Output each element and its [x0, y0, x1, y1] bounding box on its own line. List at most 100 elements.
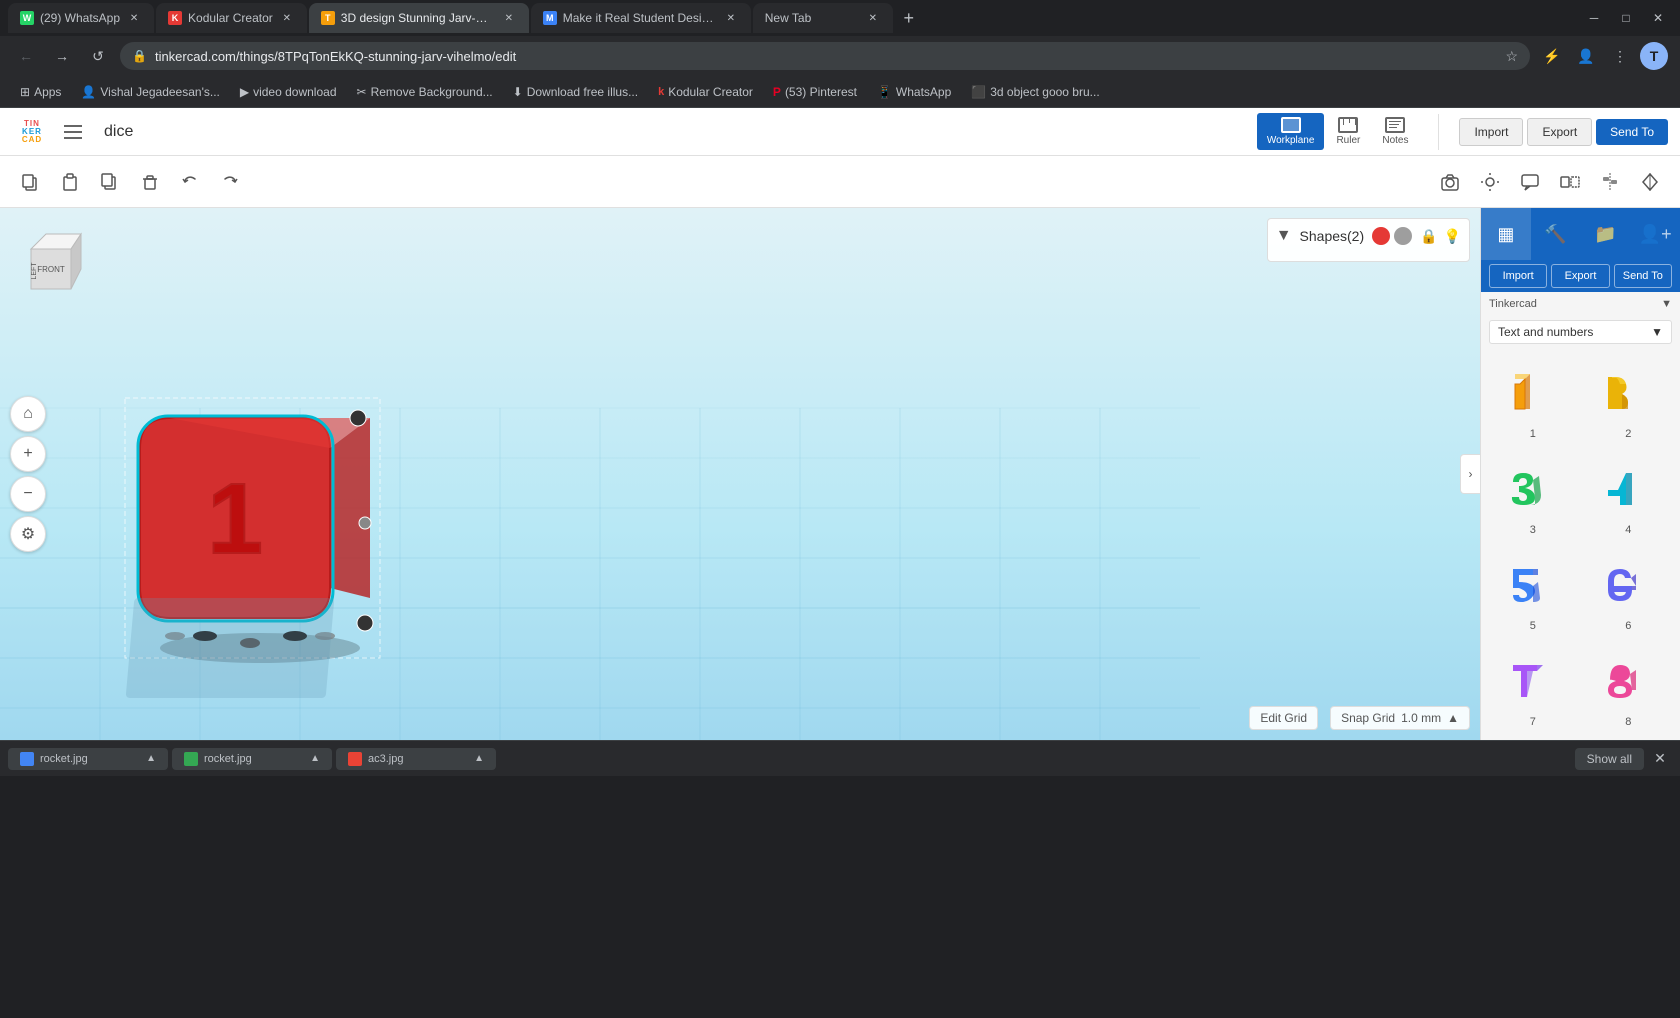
shapes-category-tinkercad[interactable]: Tinkercad ▼	[1481, 292, 1680, 316]
tab-newtab[interactable]: New Tab ✕	[753, 3, 893, 33]
send-to-button[interactable]: Send To	[1596, 119, 1668, 145]
tc-viewport[interactable]: 1 1	[0, 208, 1480, 740]
cube-gizmo[interactable]: FRONT LEFT	[16, 224, 96, 304]
bookmark-pinterest[interactable]: P (53) Pinterest	[765, 83, 865, 101]
paste-tool-button[interactable]	[52, 164, 88, 200]
taskbar-item-icon-3	[348, 752, 362, 766]
taskbar-item-rocket1[interactable]: rocket.jpg ▲	[8, 748, 168, 770]
tab-close-kodular[interactable]: ✕	[279, 10, 295, 26]
new-tab-button[interactable]: +	[895, 4, 923, 32]
tab-close-whatsapp[interactable]: ✕	[126, 10, 142, 26]
view-tools	[1432, 164, 1668, 200]
shape-item-4[interactable]: 4	[1585, 452, 1673, 540]
speech-tool-button[interactable]	[1512, 164, 1548, 200]
bookmark-apps[interactable]: ⊞ Apps	[12, 83, 69, 101]
ruler-button[interactable]: Ruler	[1326, 113, 1370, 150]
shapes-dropdown-icon[interactable]: ▼	[1276, 227, 1292, 245]
import-button[interactable]: Import	[1459, 118, 1523, 146]
shape-item-2[interactable]: 2	[1585, 356, 1673, 444]
bookmark-video-label: video download	[253, 85, 336, 99]
delete-tool-button[interactable]	[132, 164, 168, 200]
tab-close-newtab[interactable]: ✕	[865, 10, 881, 26]
bookmark-kodular[interactable]: k Kodular Creator	[650, 83, 761, 101]
header-divider	[1438, 114, 1439, 150]
collapse-sidebar-button[interactable]: ›	[1460, 454, 1480, 494]
shapes-tab-folder[interactable]: 📁	[1581, 208, 1631, 260]
color-swatch-red[interactable]	[1372, 227, 1390, 245]
bookmark-whatsapp[interactable]: 📱 WhatsApp	[869, 83, 959, 101]
camera-tool-button[interactable]	[1432, 164, 1468, 200]
redo-tool-button[interactable]	[212, 164, 248, 200]
tab-close-makeitreal[interactable]: ✕	[723, 10, 739, 26]
bookmark-download[interactable]: ⬇ Download free illus...	[505, 83, 646, 101]
color-swatch-gray[interactable]	[1394, 227, 1412, 245]
shapes-tab-hammer[interactable]: 🔨	[1531, 208, 1581, 260]
profile-sync-icon[interactable]: 👤	[1572, 42, 1600, 70]
bookmark-vishal[interactable]: 👤 Vishal Jegadeesan's...	[73, 83, 227, 101]
tab-tinkercad[interactable]: T 3D design Stunning Jarv-Vihelmo... ✕	[309, 3, 529, 33]
shapes-send-to-button[interactable]: Send To	[1614, 264, 1672, 288]
show-all-button[interactable]: Show all	[1575, 748, 1644, 770]
shape-item-3[interactable]: 3	[1489, 452, 1577, 540]
profile-avatar[interactable]: T	[1640, 42, 1668, 70]
maximize-button[interactable]: □	[1612, 4, 1640, 32]
tab-whatsapp[interactable]: W (29) WhatsApp ✕	[8, 3, 154, 33]
export-button[interactable]: Export	[1527, 118, 1592, 146]
copy-tool-button[interactable]	[12, 164, 48, 200]
shapes-subcategory-dropdown[interactable]: Text and numbers ▼	[1489, 320, 1672, 344]
bookmark-3dobject[interactable]: ⬛ 3d object gooo bru...	[963, 83, 1107, 101]
tab-close-tinkercad[interactable]: ✕	[501, 10, 517, 26]
minimize-button[interactable]: ─	[1580, 4, 1608, 32]
taskbar-item-arrow-3[interactable]: ▲	[474, 753, 484, 764]
shape-label-2: 2	[1625, 428, 1631, 440]
extensions-icon[interactable]: ⚡	[1538, 42, 1566, 70]
bookmark-video[interactable]: ▶ video download	[232, 83, 345, 101]
snap-grid-control[interactable]: Snap Grid 1.0 mm ▲	[1330, 706, 1470, 730]
taskbar-item-ac3[interactable]: ac3.jpg ▲	[336, 748, 496, 770]
duplicate-tool-button[interactable]	[92, 164, 128, 200]
taskbar-item-arrow-2[interactable]: ▲	[310, 753, 320, 764]
tab-kodular[interactable]: K Kodular Creator ✕	[156, 3, 307, 33]
home-view-button[interactable]: ⌂	[10, 396, 46, 432]
eye-icon[interactable]: 💡	[1444, 228, 1461, 245]
shapes-sidebar: ▦ 🔨 📁 👤+ Import Export Sen	[1480, 208, 1680, 740]
shape-item-1[interactable]: 1	[1489, 356, 1577, 444]
settings-icon[interactable]: ⋮	[1606, 42, 1634, 70]
shape-item-6[interactable]: 6	[1585, 548, 1673, 636]
url-bar[interactable]: 🔒 tinkercad.com/things/8TPqTonEkKQ-stunn…	[120, 42, 1530, 70]
align-tool-button[interactable]	[1592, 164, 1628, 200]
taskbar-item-arrow-1[interactable]: ▲	[146, 753, 156, 764]
tab-makeitreal[interactable]: M Make it Real Student Design Cha... ✕	[531, 3, 751, 33]
edit-grid-button[interactable]: Edit Grid	[1249, 706, 1318, 730]
tab-title-tinkercad: 3D design Stunning Jarv-Vihelmo...	[341, 11, 495, 25]
undo-tool-button[interactable]	[172, 164, 208, 200]
close-button[interactable]: ✕	[1644, 4, 1672, 32]
flip-tool-button[interactable]	[1632, 164, 1668, 200]
lock-shape-icon[interactable]: 🔒	[1420, 228, 1437, 245]
shapes-tab-person-add[interactable]: 👤+	[1630, 208, 1680, 260]
bookmark-star-icon[interactable]: ☆	[1505, 48, 1518, 65]
settings-view-button[interactable]: ⚙	[10, 516, 46, 552]
svg-text:LEFT: LEFT	[31, 262, 38, 280]
taskbar-item-rocket2[interactable]: rocket.jpg ▲	[172, 748, 332, 770]
menu-icon[interactable]	[64, 118, 92, 146]
mirror-tool-button[interactable]	[1552, 164, 1588, 200]
workplane-button[interactable]: Workplane	[1257, 113, 1325, 150]
shape-item-5[interactable]: 5	[1489, 548, 1577, 636]
design-title-input[interactable]	[104, 123, 311, 141]
shapes-export-button[interactable]: Export	[1551, 264, 1609, 288]
shapes-tab-grid[interactable]: ▦	[1481, 208, 1531, 260]
tc-main: 1 1	[0, 208, 1680, 740]
notes-button[interactable]: Notes	[1372, 113, 1418, 150]
bookmark-removebg[interactable]: ✂ Remove Background...	[349, 83, 501, 101]
reload-button[interactable]: ↺	[84, 42, 112, 70]
shape-item-7[interactable]: 7	[1489, 644, 1577, 732]
shapes-import-button[interactable]: Import	[1489, 264, 1547, 288]
close-taskbar-button[interactable]: ✕	[1648, 747, 1672, 771]
zoom-out-button[interactable]: −	[10, 476, 46, 512]
forward-button[interactable]: →	[48, 42, 76, 70]
zoom-in-button[interactable]: +	[10, 436, 46, 472]
shape-item-8[interactable]: 8	[1585, 644, 1673, 732]
back-button[interactable]: ←	[12, 42, 40, 70]
light-tool-button[interactable]	[1472, 164, 1508, 200]
